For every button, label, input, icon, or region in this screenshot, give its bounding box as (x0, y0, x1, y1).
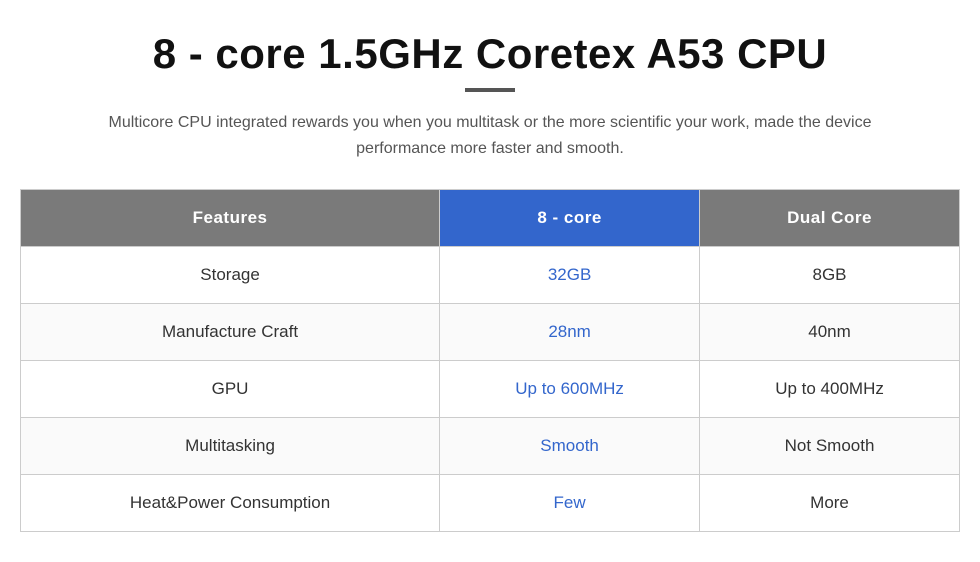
feature-label: Multitasking (21, 418, 440, 475)
table-row: Heat&Power ConsumptionFewMore (21, 475, 960, 532)
feature-label: Heat&Power Consumption (21, 475, 440, 532)
table-body: Storage32GB8GBManufacture Craft28nm40nmG… (21, 247, 960, 532)
feature-label: Manufacture Craft (21, 304, 440, 361)
header-features: Features (21, 190, 440, 247)
eight-core-value: 32GB (440, 247, 700, 304)
eight-core-value: Few (440, 475, 700, 532)
dual-core-value: 8GB (700, 247, 960, 304)
table-row: MultitaskingSmoothNot Smooth (21, 418, 960, 475)
header-eight-core: 8 - core (440, 190, 700, 247)
table-row: Manufacture Craft28nm40nm (21, 304, 960, 361)
page-title: 8 - core 1.5GHz Coretex A53 CPU (153, 30, 828, 78)
table-row: GPUUp to 600MHzUp to 400MHz (21, 361, 960, 418)
dual-core-value: More (700, 475, 960, 532)
eight-core-value: 28nm (440, 304, 700, 361)
eight-core-value: Up to 600MHz (440, 361, 700, 418)
dual-core-value: 40nm (700, 304, 960, 361)
feature-label: Storage (21, 247, 440, 304)
comparison-table: Features 8 - core Dual Core Storage32GB8… (20, 189, 960, 532)
header-dual-core: Dual Core (700, 190, 960, 247)
subtitle-text: Multicore CPU integrated rewards you whe… (80, 110, 900, 161)
title-divider (465, 88, 515, 92)
dual-core-value: Not Smooth (700, 418, 960, 475)
table-header-row: Features 8 - core Dual Core (21, 190, 960, 247)
eight-core-value: Smooth (440, 418, 700, 475)
dual-core-value: Up to 400MHz (700, 361, 960, 418)
table-row: Storage32GB8GB (21, 247, 960, 304)
feature-label: GPU (21, 361, 440, 418)
